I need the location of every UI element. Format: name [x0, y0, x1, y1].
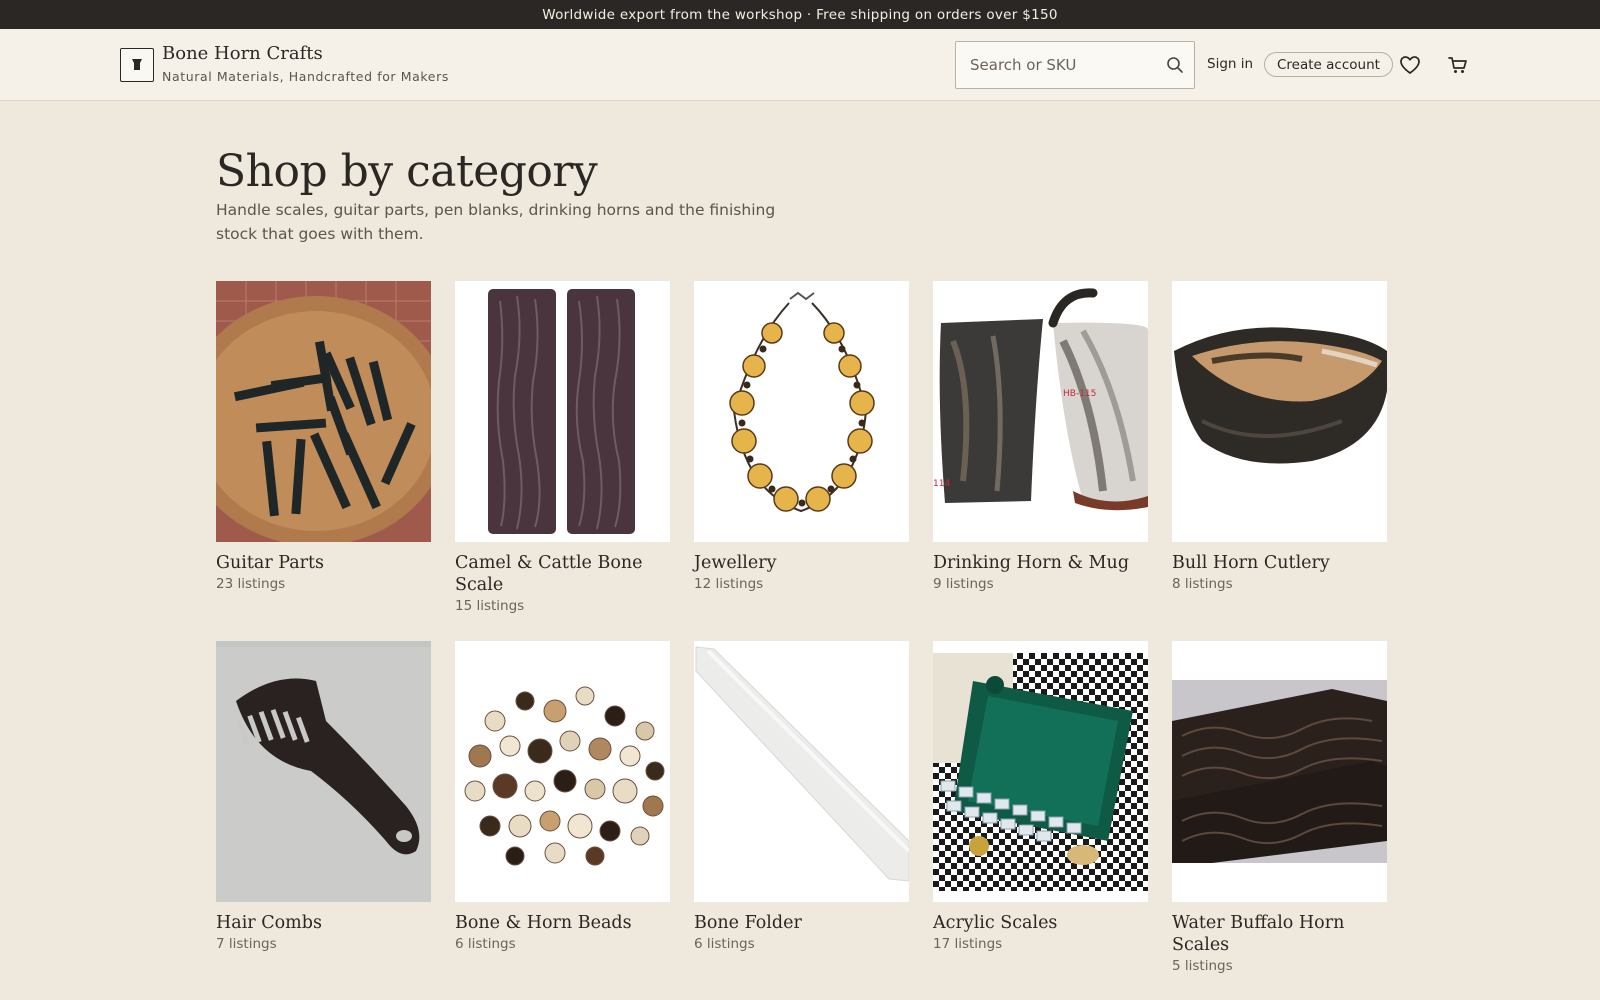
category-title: Jewellery — [694, 553, 777, 573]
category-card-jewellery[interactable]: Jewellery 12 listings — [694, 281, 909, 641]
category-title: Bone & Horn Beads — [455, 913, 632, 933]
category-image-camel-cattle-bone-scale — [455, 281, 670, 542]
category-count: 12 listings — [694, 576, 764, 592]
sign-in-link[interactable]: Sign in — [1207, 56, 1253, 72]
category-image-bone-folder — [694, 641, 909, 902]
category-title: Bone Folder — [694, 913, 802, 933]
category-title: Camel & Cattle Bone Scale — [455, 553, 643, 595]
category-image-acrylic-scales — [933, 641, 1148, 902]
category-title: Guitar Parts — [216, 553, 325, 573]
category-count: 15 listings — [455, 598, 525, 614]
category-count: 7 listings — [216, 936, 277, 952]
category-card-water-buffalo-horn-scales[interactable]: Water Buffalo Horn Scales 5 listings — [1172, 641, 1387, 1000]
svg-text:114: 114 — [933, 479, 950, 489]
page-intro: Handle scales, guitar parts, pen blanks,… — [216, 201, 776, 243]
category-grid: Guitar Parts 23 listings Camel & Cattle … — [216, 281, 1387, 1000]
category-card-guitar-parts[interactable]: Guitar Parts 23 listings — [216, 281, 431, 641]
category-card-hair-combs[interactable]: Hair Combs 7 listings — [216, 641, 431, 1000]
category-count: 6 listings — [455, 936, 516, 952]
category-title: Bull Horn Cutlery — [1172, 553, 1330, 573]
category-card-acrylic-scales[interactable]: Acrylic Scales 17 listings — [933, 641, 1148, 1000]
category-image-hair-combs — [216, 641, 431, 902]
category-card-camel-cattle-bone-scale[interactable]: Camel & Cattle Bone Scale 15 listings — [455, 281, 670, 641]
category-count: 5 listings — [1172, 958, 1233, 974]
category-image-bull-horn-cutlery — [1172, 281, 1387, 542]
search-input[interactable] — [956, 42, 1156, 88]
category-count: 23 listings — [216, 576, 286, 592]
site-header: Bone Horn Crafts Natural Materials, Hand… — [0, 29, 1600, 101]
category-card-bone-folder[interactable]: Bone Folder 6 listings — [694, 641, 909, 1000]
category-count: 6 listings — [694, 936, 755, 952]
category-count: 17 listings — [933, 936, 1003, 952]
cart-icon[interactable] — [1447, 54, 1469, 76]
category-card-drinking-horn-mug[interactable]: HB-115 114 Drinking Horn & Mug 9 listing… — [933, 281, 1148, 641]
category-title: Acrylic Scales — [933, 913, 1058, 933]
promo-banner: Worldwide export from the workshop · Fre… — [0, 0, 1600, 29]
create-account-label: Create account — [1277, 56, 1380, 73]
category-count: 8 listings — [1172, 576, 1233, 592]
logo-mark-icon[interactable] — [120, 48, 154, 82]
category-title: Water Buffalo Horn Scales — [1172, 913, 1345, 955]
category-count: 9 listings — [933, 576, 994, 592]
category-image-water-buffalo-horn-scales — [1172, 641, 1387, 902]
create-account-button[interactable]: Create account — [1264, 52, 1393, 77]
category-card-bone-horn-beads[interactable]: Bone & Horn Beads 6 listings — [455, 641, 670, 1000]
category-title: Hair Combs — [216, 913, 322, 933]
promo-text: Worldwide export from the workshop · Fre… — [542, 6, 1058, 23]
category-image-guitar-parts — [216, 281, 431, 542]
category-image-bone-horn-beads — [455, 641, 670, 902]
category-image-drinking-horn-mug: HB-115 114 — [933, 281, 1148, 542]
page-title: Shop by category — [216, 146, 598, 197]
category-title: Drinking Horn & Mug — [933, 553, 1130, 573]
brand-tagline: Natural Materials, Handcrafted for Maker… — [162, 69, 449, 84]
svg-text:HB-115: HB-115 — [1063, 389, 1096, 399]
search-icon[interactable] — [1164, 54, 1186, 76]
category-image-jewellery — [694, 281, 909, 542]
brand-name[interactable]: Bone Horn Crafts — [162, 43, 323, 64]
search-box — [955, 41, 1195, 89]
heart-icon[interactable] — [1399, 54, 1421, 76]
category-card-bull-horn-cutlery[interactable]: Bull Horn Cutlery 8 listings — [1172, 281, 1387, 641]
